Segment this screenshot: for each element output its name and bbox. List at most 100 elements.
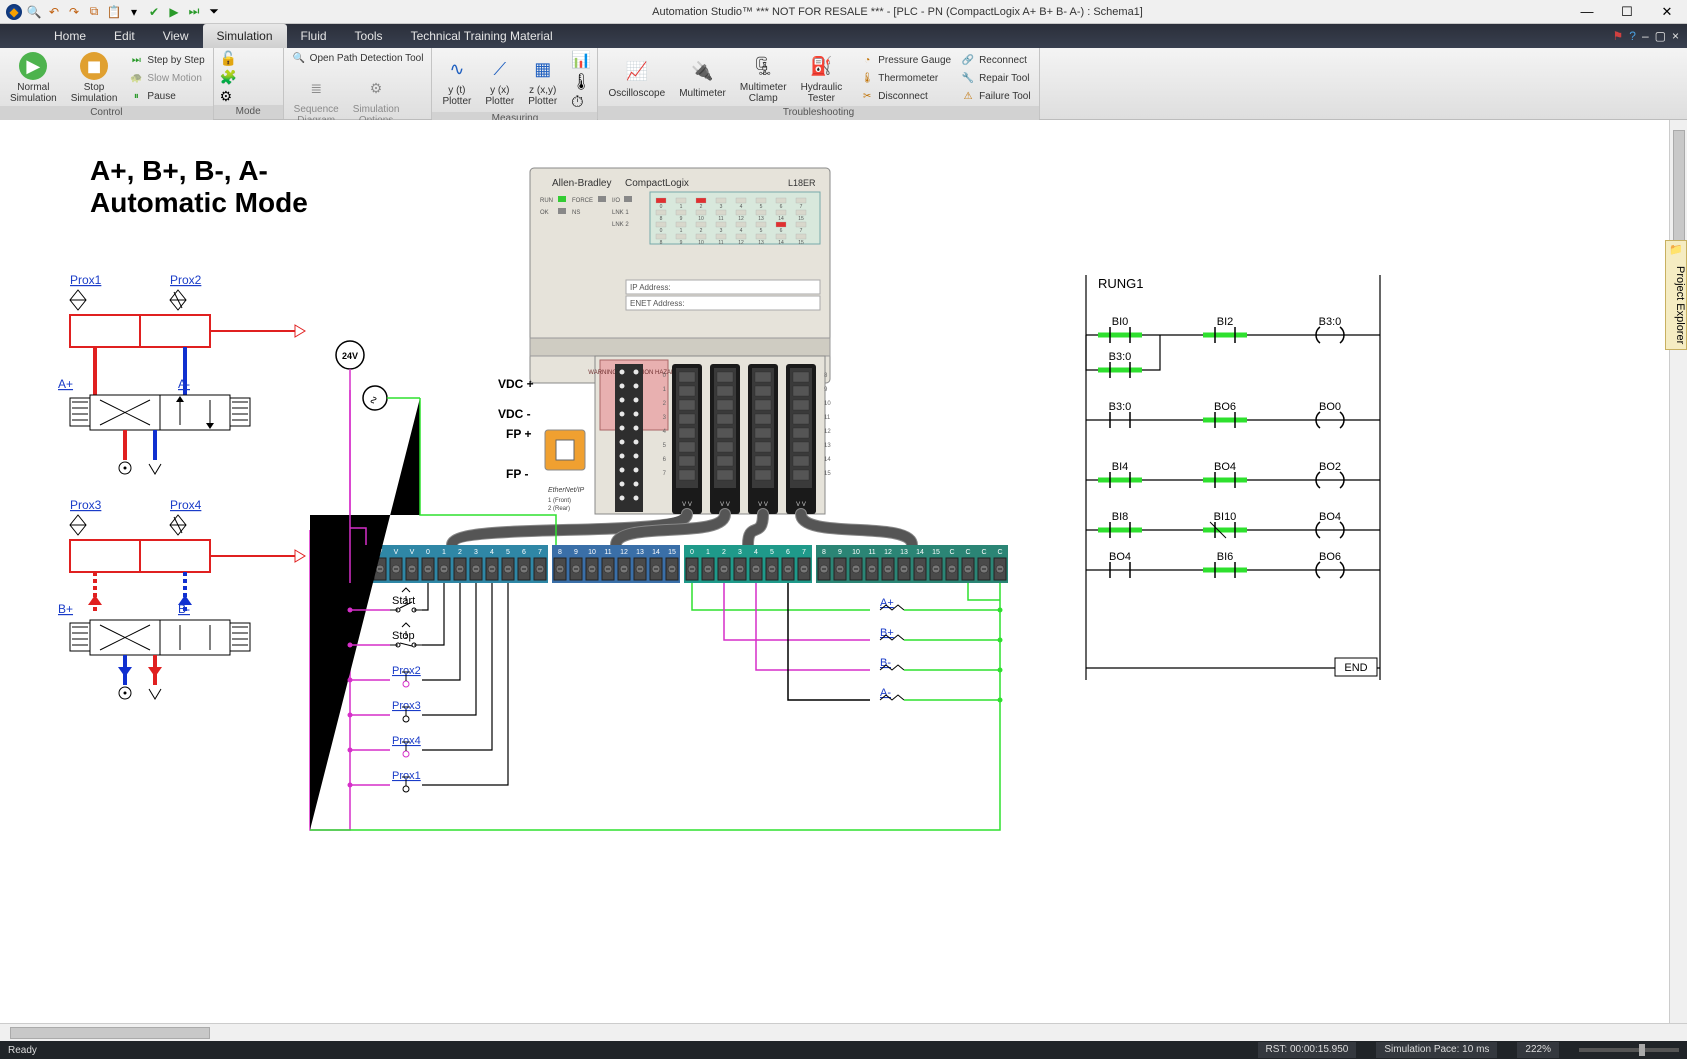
svg-text:BO4: BO4 (1319, 511, 1341, 523)
qat-undo-icon[interactable]: ↶ (46, 4, 62, 20)
svg-text:13: 13 (824, 443, 831, 449)
svg-text:1: 1 (706, 549, 710, 556)
repair-tool-button[interactable]: 🔧Repair Tool (959, 70, 1033, 86)
mdi-close-icon[interactable]: × (1672, 29, 1679, 43)
meas-icon-3[interactable]: ⏱ (571, 94, 591, 112)
svg-text:2: 2 (722, 549, 726, 556)
titlebar: ◆ 🔍 ↶ ↷ ⧉ 📋 ▾ ✔ ▶ ⏭ ⏷ Automation Studio™… (0, 0, 1687, 24)
svg-text:9: 9 (838, 549, 842, 556)
svg-text:8: 8 (822, 549, 826, 556)
svg-text:4: 4 (740, 204, 743, 210)
qat-check-icon[interactable]: ✔ (146, 4, 162, 20)
minimize-button[interactable]: — (1567, 4, 1607, 20)
plc-module[interactable]: Allen-Bradley CompactLogix L18ER RUN FOR… (452, 168, 912, 545)
help-icon[interactable]: ? (1629, 29, 1636, 43)
cylinder-b[interactable]: Prox3 Prox4 B+ B- (58, 498, 305, 699)
window-title: Automation Studio™ *** NOT FOR RESALE **… (228, 6, 1567, 18)
slow-motion-button[interactable]: 🐢Slow Motion (127, 70, 206, 86)
open-path-button[interactable]: 🔍Open Path Detection Tool (290, 50, 426, 66)
svg-text:7: 7 (802, 549, 806, 556)
qat-redo-icon[interactable]: ↷ (66, 4, 82, 20)
step-by-step-button[interactable]: ⏭Step by Step (127, 52, 206, 68)
tab-tools[interactable]: Tools (341, 24, 397, 48)
thermometer-button[interactable]: 🌡Thermometer (858, 70, 953, 86)
statusbar: Ready RST: 00:00:15.950 Simulation Pace:… (0, 1041, 1687, 1059)
svg-text:BO4: BO4 (1109, 551, 1131, 563)
svg-text:8: 8 (660, 240, 663, 246)
ribbon-label-troubleshooting: Troubleshooting (598, 106, 1038, 120)
svg-text:14: 14 (916, 549, 924, 556)
mdi-min-icon[interactable]: – (1642, 29, 1649, 43)
ribbon-group-troubleshooting: 📈Oscilloscope 🔌Multimeter 🗜Multimeter Cl… (598, 48, 1039, 119)
svg-text:10: 10 (698, 240, 704, 246)
tab-simulation[interactable]: Simulation (203, 24, 287, 48)
multimeter-button[interactable]: 🔌Multimeter (675, 56, 730, 101)
zoom-slider[interactable] (1579, 1048, 1679, 1052)
svg-text:B-: B- (880, 657, 891, 669)
flag-icon[interactable]: ⚑ (1613, 29, 1624, 43)
tab-view[interactable]: View (149, 24, 203, 48)
terminal-strips[interactable]: VVVV012345678910111213141501234567891011… (356, 545, 1008, 583)
reconnect-button[interactable]: 🔗Reconnect (959, 52, 1033, 68)
output-wiring[interactable]: A+B+B-A- (692, 583, 1003, 703)
ladder-diagram[interactable]: RUNG1 BI0BI2B3:0B3:0B3:0BO6BO0BI4BO4BO2B… (1086, 275, 1380, 680)
meas-icon-1[interactable]: 📊 (571, 50, 591, 70)
mode-icon-1[interactable]: 🔓 (220, 50, 237, 67)
svg-text:1: 1 (442, 549, 446, 556)
ribbon-group-mode: 🔓 🧩 ⚙ Mode (214, 48, 284, 119)
zxy-plotter-button[interactable]: ▦z (x,y) Plotter (524, 53, 561, 109)
svg-text:2 (Rear): 2 (Rear) (548, 506, 570, 512)
tab-fluid[interactable]: Fluid (287, 24, 341, 48)
tab-edit[interactable]: Edit (100, 24, 149, 48)
svg-text:14: 14 (652, 549, 660, 556)
qat-copy-icon[interactable]: ⧉ (86, 4, 102, 20)
cylinder-a[interactable]: Prox1 Prox2 A+ A- (58, 273, 305, 474)
horizontal-scrollbar[interactable] (0, 1023, 1687, 1041)
svg-text:14: 14 (778, 240, 784, 246)
failure-tool-button[interactable]: ⚠Failure Tool (959, 88, 1033, 104)
svg-text:10: 10 (588, 549, 596, 556)
window-buttons: — ☐ ✕ (1567, 4, 1687, 20)
svg-text:12: 12 (884, 549, 892, 556)
ribbon-group-conditions: 🔍Open Path Detection Tool ≣Sequence Diag… (284, 48, 433, 119)
qat-paste-icon[interactable]: 📋 (106, 4, 122, 20)
svg-text:13: 13 (758, 240, 764, 246)
svg-text:9: 9 (574, 549, 578, 556)
svg-text:0: 0 (660, 204, 663, 210)
yt-plotter-button[interactable]: ∿y (t) Plotter (438, 53, 475, 109)
svg-text:9: 9 (680, 216, 683, 222)
svg-text:10: 10 (852, 549, 860, 556)
svg-text:3: 3 (474, 549, 478, 556)
mdi-max-icon[interactable]: ▢ (1655, 29, 1666, 43)
qat-more[interactable]: ⏷ (206, 4, 222, 20)
workspace[interactable]: Project Explorer A+, B+, B-, A- Automati… (0, 120, 1687, 1023)
normal-simulation-button[interactable]: ▶ Normal Simulation (6, 50, 61, 106)
tab-training[interactable]: Technical Training Material (397, 24, 567, 48)
qat-play-icon[interactable]: ▶ (166, 4, 182, 20)
power-supply[interactable]: 24V ∿ (336, 341, 420, 410)
svg-text:V V: V V (758, 502, 768, 508)
diagram-canvas[interactable]: A+, B+, B-, A- Automatic Mode Prox1 Prox… (0, 120, 1687, 1023)
disconnect-button[interactable]: ✂Disconnect (858, 88, 953, 104)
meas-icon-2[interactable]: 🌡 (571, 72, 591, 92)
qat-next-icon[interactable]: ⏭ (186, 4, 202, 20)
tab-home[interactable]: Home (40, 24, 100, 48)
mode-icon-3[interactable]: ⚙ (220, 88, 237, 105)
svg-text:1: 1 (680, 204, 683, 210)
svg-text:1 (Front): 1 (Front) (548, 498, 571, 504)
pause-button[interactable]: ⏸Pause (127, 88, 206, 104)
multimeter-clamp-button[interactable]: 🗜Multimeter Clamp (736, 50, 791, 106)
yx-plotter-button[interactable]: ⟋y (x) Plotter (481, 53, 518, 109)
pressure-gauge-button[interactable]: ◔Pressure Gauge (858, 52, 953, 68)
hydraulic-tester-button[interactable]: ⛽Hydraulic Tester (797, 50, 847, 106)
qat-zoom-icon[interactable]: 🔍 (26, 4, 42, 20)
maximize-button[interactable]: ☐ (1607, 4, 1647, 20)
svg-text:V: V (394, 549, 399, 556)
mode-icon-2[interactable]: 🧩 (220, 69, 237, 86)
close-button[interactable]: ✕ (1647, 4, 1687, 20)
oscilloscope-button[interactable]: 📈Oscilloscope (604, 56, 669, 101)
status-rst: RST: 00:00:15.950 (1258, 1042, 1357, 1058)
svg-text:BI10: BI10 (1214, 511, 1237, 523)
svg-text:BI0: BI0 (1112, 316, 1129, 328)
stop-simulation-button[interactable]: ◼ Stop Simulation (67, 50, 122, 106)
